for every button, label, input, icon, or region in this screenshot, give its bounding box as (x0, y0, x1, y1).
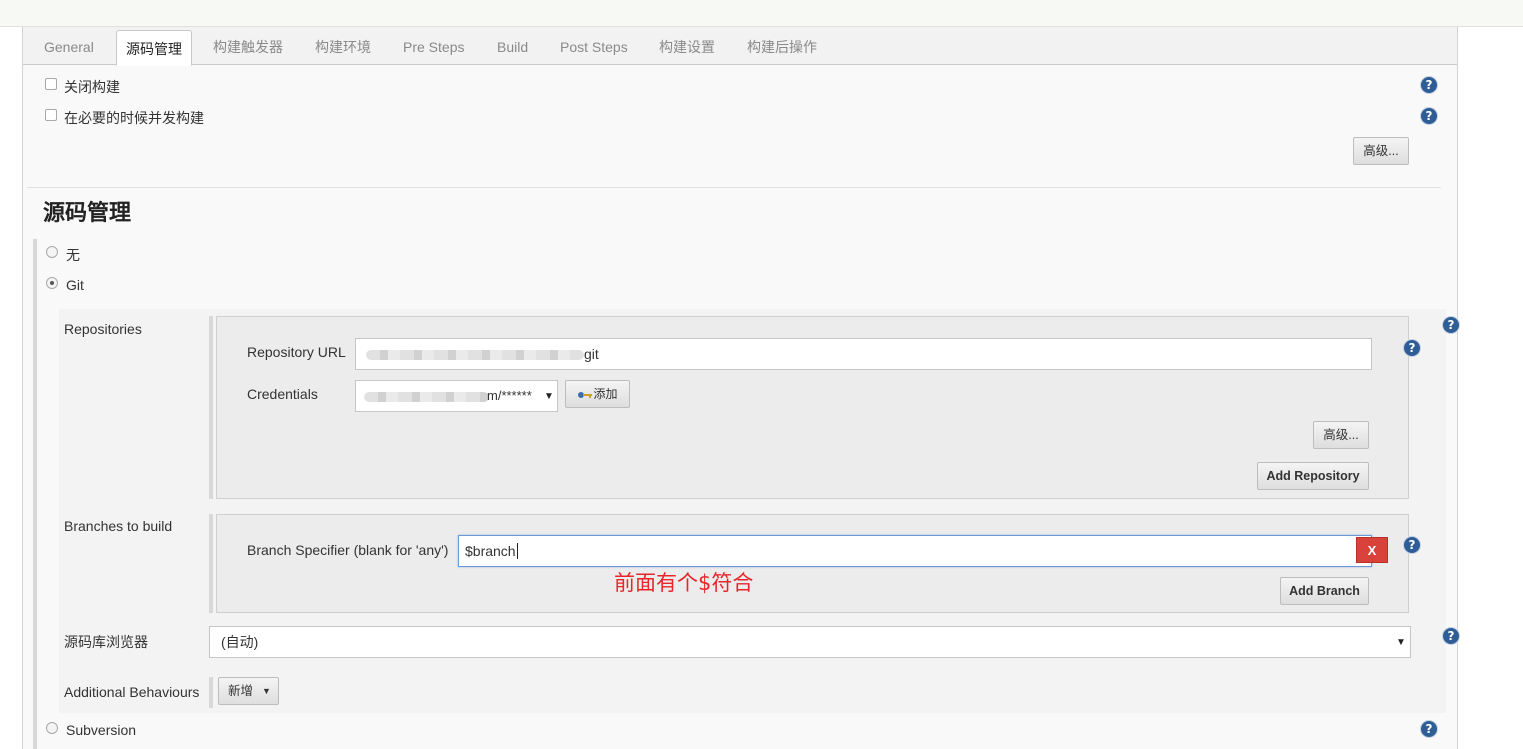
redacted-url (366, 350, 584, 360)
concurrent-build-checkbox[interactable] (45, 109, 57, 121)
annotation-note: 前面有个$符合 (614, 571, 754, 595)
repository-url-input[interactable]: git (355, 338, 1372, 370)
repository-browser-label: 源码库浏览器 (64, 634, 148, 650)
behaviours-bar (209, 677, 213, 708)
help-icon[interactable]: ? (1404, 340, 1420, 356)
tab-scm[interactable]: 源码管理 (116, 30, 192, 66)
advanced-button[interactable]: 高级... (1353, 137, 1409, 165)
text-cursor (516, 543, 518, 559)
scm-git-label: Git (66, 277, 84, 293)
add-credentials-button[interactable]: 添加 (565, 380, 630, 408)
git-config-block: Repositories Repository URL git Credenti… (59, 309, 1459, 713)
help-icon[interactable]: ? (1443, 317, 1459, 333)
branches-bar (209, 514, 213, 613)
chevron-down-icon: ▼ (1396, 637, 1406, 648)
scm-git-radio[interactable] (46, 277, 58, 289)
add-repository-button[interactable]: Add Repository (1257, 462, 1369, 490)
branch-box: Branch Specifier (blank for 'any') $bran… (216, 514, 1409, 613)
add-behaviour-label: 新增 (228, 684, 254, 698)
config-panel: General 源码管理 构建触发器 构建环境 Pre Steps Build … (22, 27, 1459, 749)
repository-url-value: git (584, 346, 599, 362)
top-strip (0, 0, 1523, 27)
branch-specifier-label: Branch Specifier (blank for 'any') (247, 542, 449, 558)
additional-behaviours-label: Additional Behaviours (64, 684, 200, 700)
add-credentials-label: 添加 (593, 387, 618, 401)
chevron-down-icon: ▼ (544, 391, 554, 402)
caret-down-icon: ▼ (262, 686, 271, 696)
help-icon[interactable]: ? (1443, 628, 1459, 644)
scm-none-label: 无 (66, 247, 80, 263)
key-icon (578, 391, 593, 398)
help-icon[interactable]: ? (1404, 537, 1420, 553)
concurrent-build-label: 在必要的时候并发构建 (64, 110, 204, 126)
credentials-value: m/****** (487, 388, 532, 403)
tab-build-environment[interactable]: 构建环境 (315, 27, 371, 65)
redacted-credentials (364, 392, 489, 402)
tab-general[interactable]: General (44, 27, 94, 65)
help-icon[interactable]: ? (1421, 108, 1437, 124)
repositories-bar (209, 316, 213, 499)
credentials-label: Credentials (247, 386, 318, 402)
help-icon[interactable]: ? (1421, 77, 1437, 93)
repository-browser-select[interactable]: (自动) ▼ (209, 626, 1411, 658)
scm-section-bar (33, 239, 37, 749)
scm-subversion-label: Subversion (66, 722, 137, 738)
credentials-select[interactable]: m/****** ▼ (355, 380, 558, 412)
tab-pre-steps[interactable]: Pre Steps (403, 27, 464, 65)
help-icon[interactable]: ? (1421, 721, 1437, 737)
divider (27, 187, 1441, 188)
disable-build-checkbox[interactable] (45, 78, 57, 90)
repository-box: Repository URL git Credentials m/****** … (216, 316, 1409, 499)
branches-label: Branches to build (64, 518, 173, 534)
tab-bar: General 源码管理 构建触发器 构建环境 Pre Steps Build … (23, 27, 1457, 66)
tab-build-settings[interactable]: 构建设置 (659, 27, 715, 65)
scm-subversion-radio[interactable] (46, 722, 58, 734)
add-branch-button[interactable]: Add Branch (1280, 577, 1369, 605)
delete-branch-button[interactable]: X (1356, 537, 1388, 563)
disable-build-label: 关闭构建 (64, 79, 120, 95)
tab-build-triggers[interactable]: 构建触发器 (213, 27, 283, 65)
tab-post-steps[interactable]: Post Steps (560, 27, 628, 65)
tab-post-build-actions[interactable]: 构建后操作 (747, 27, 817, 65)
repositories-label: Repositories (64, 321, 142, 337)
branch-specifier-value: $branch (465, 543, 516, 559)
repository-advanced-button[interactable]: 高级... (1313, 421, 1369, 449)
repository-browser-value: (自动) (221, 634, 259, 650)
section-title: 源码管理 (43, 200, 132, 225)
scm-none-radio[interactable] (46, 246, 58, 258)
branch-specifier-input[interactable]: $branch (458, 535, 1372, 567)
repository-url-label: Repository URL (247, 344, 346, 360)
add-behaviour-button[interactable]: 新增 ▼ (218, 677, 279, 705)
tab-build[interactable]: Build (497, 27, 528, 65)
